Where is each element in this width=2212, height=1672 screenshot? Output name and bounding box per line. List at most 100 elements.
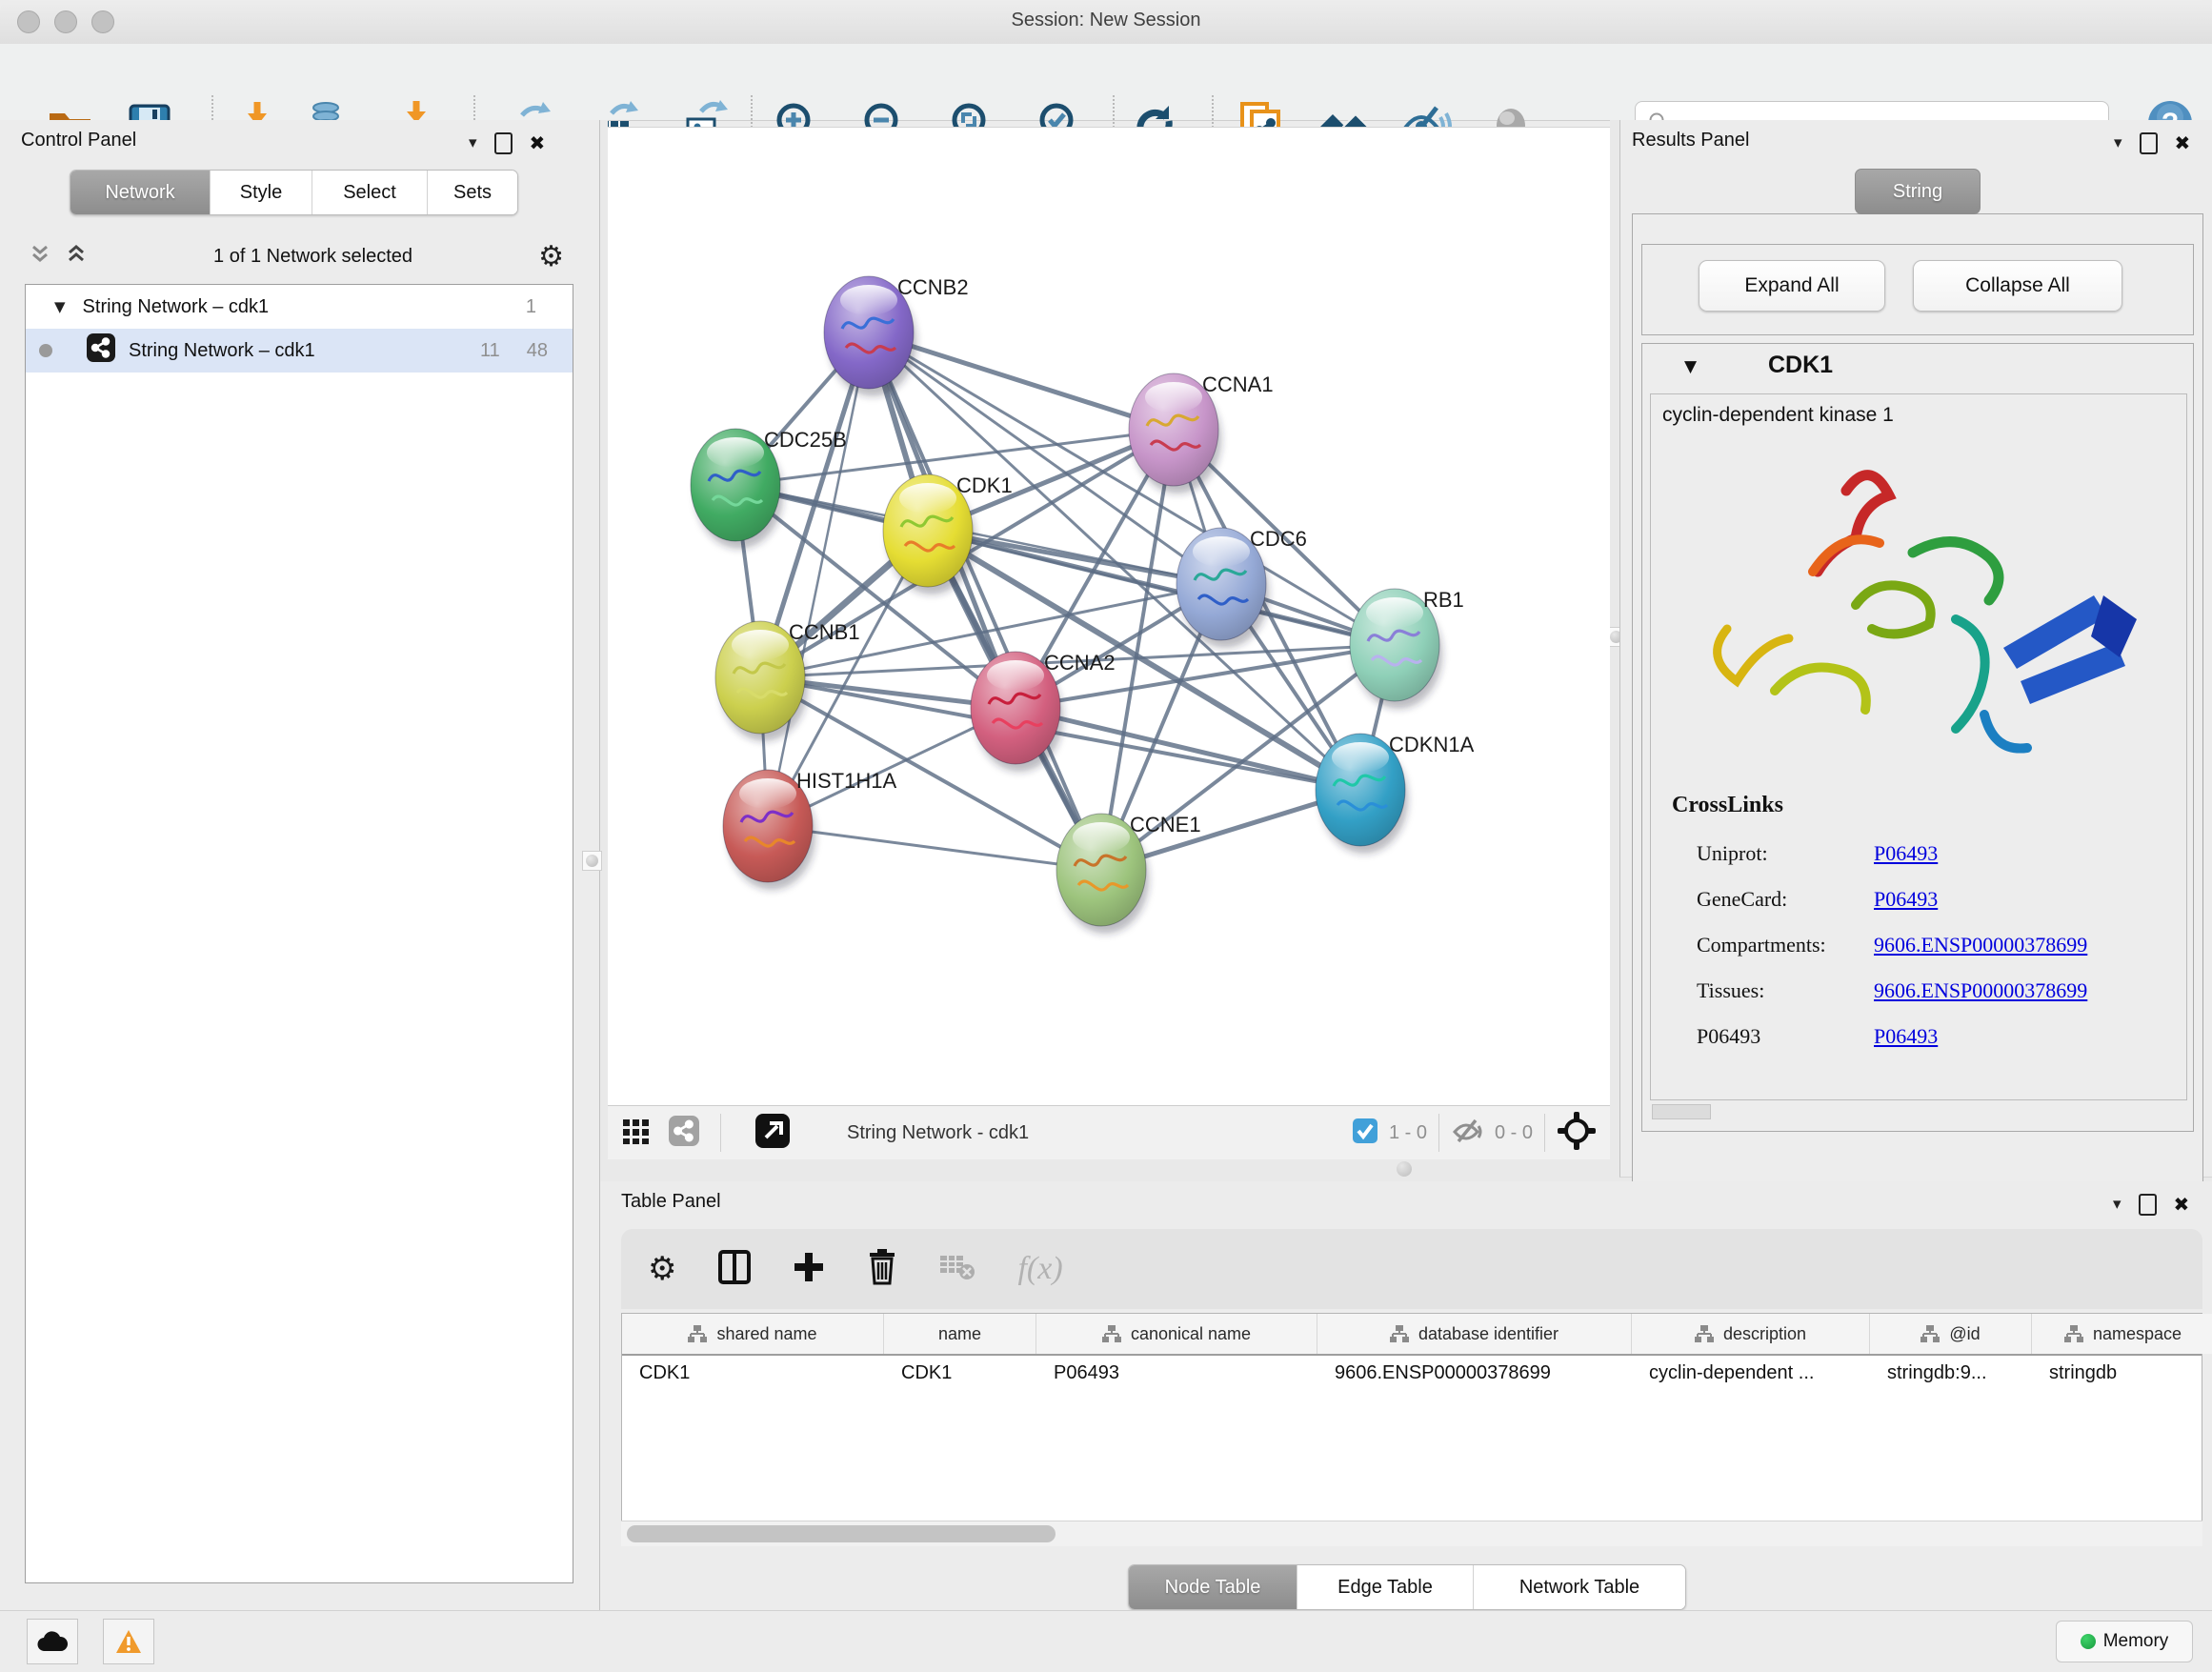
cell-sharedname[interactable]: CDK1 [622, 1354, 884, 1392]
collapse-all-networks-icon[interactable] [29, 243, 51, 271]
tab-select[interactable]: Select [312, 171, 428, 214]
table-panel-float-icon[interactable] [2139, 1194, 2157, 1216]
node-position-crosshair-icon[interactable] [1557, 1111, 1597, 1156]
node-RB1[interactable]: RB1 [1350, 588, 1464, 709]
tab-style[interactable]: Style [211, 171, 312, 214]
column-header-databaseidentifier[interactable]: database identifier [1317, 1314, 1632, 1354]
results-panel: Results Panel ▾ ✖ String Expand All Coll… [1619, 120, 2212, 1178]
cell-description[interactable]: cyclin-dependent ... [1632, 1354, 1870, 1392]
crosslink-compartments[interactable]: 9606.ENSP00000378699 [1874, 933, 2087, 957]
node-label-HIST1H1A: HIST1H1A [796, 769, 896, 793]
control-panel-close-icon[interactable]: ✖ [530, 131, 546, 154]
tab-edge-table[interactable]: Edge Table [1297, 1565, 1474, 1609]
results-panel-menu-icon[interactable]: ▾ [2114, 133, 2122, 152]
node-label-CDKN1A: CDKN1A [1389, 733, 1475, 756]
results-hscrollbar-thumb[interactable] [1652, 1104, 1711, 1119]
node-label-CDK1: CDK1 [956, 473, 1013, 497]
results-panel-float-icon[interactable] [2140, 132, 2158, 154]
table-panel-close-icon[interactable]: ✖ [2174, 1193, 2190, 1216]
column-fork-icon [688, 1325, 707, 1342]
cloud-button[interactable] [27, 1619, 78, 1664]
column-fork-icon [1102, 1325, 1121, 1342]
hidden-counts: 0 - 0 [1495, 1122, 1533, 1144]
main-toolbar: ? [0, 44, 2212, 121]
results-panel-title: Results Panel [1632, 130, 1749, 151]
cell-id[interactable]: stringdb:9... [1870, 1354, 2032, 1392]
node-CDC6[interactable]: CDC6 [1176, 527, 1307, 648]
table-settings-gear-icon[interactable]: ⚙ [648, 1250, 676, 1288]
node-CCNA2[interactable]: CCNA2 [971, 651, 1116, 772]
tab-network[interactable]: Network [70, 171, 211, 214]
column-header-sharedname[interactable]: shared name [622, 1314, 884, 1354]
crosslink-label: Uniprot: [1697, 831, 1874, 876]
edge-CCNA2-CDKN1A[interactable] [1016, 708, 1360, 790]
network-type-icon [87, 333, 115, 368]
node-HIST1H1A[interactable]: HIST1H1A [723, 769, 896, 890]
cell-name[interactable]: CDK1 [884, 1354, 1036, 1392]
edge-HIST1H1A-CCNE1[interactable] [768, 826, 1101, 870]
node-label-CDC25B: CDC25B [764, 428, 847, 452]
detach-view-icon[interactable] [755, 1114, 790, 1153]
view-grid-icon[interactable] [623, 1118, 650, 1149]
expand-all-networks-icon[interactable] [65, 243, 88, 271]
collapse-all-button[interactable]: Collapse All [1913, 260, 2122, 312]
tab-sets[interactable]: Sets [428, 171, 517, 214]
cell-databaseidentifier[interactable]: 9606.ENSP00000378699 [1317, 1354, 1632, 1392]
memory-button[interactable]: Memory [2056, 1621, 2193, 1662]
node-CDK1[interactable]: CDK1 [883, 473, 1013, 594]
crosslink-label: Compartments: [1697, 922, 1874, 968]
column-fork-icon [1920, 1325, 1940, 1342]
warning-triangle-icon [115, 1628, 142, 1655]
network-row-selected[interactable]: String Network – cdk1 11 48 [26, 329, 573, 373]
warnings-button[interactable] [103, 1619, 154, 1664]
view-network-icon[interactable] [669, 1116, 699, 1151]
network-canvas[interactable]: CCNB2CCNA1CDC25BCDK1CDC6RB1CCNB1CCNA2CDK… [608, 127, 1610, 1106]
add-column-icon[interactable] [793, 1251, 825, 1288]
tree-collapse-icon[interactable]: ▼ [54, 298, 66, 315]
left-splitter-handle[interactable] [582, 851, 602, 871]
network-view-title: String Network - cdk1 [847, 1122, 1029, 1144]
control-panel-float-icon[interactable] [494, 132, 513, 154]
tab-network-table[interactable]: Network Table [1474, 1565, 1685, 1609]
node-CCNE1[interactable]: CCNE1 [1056, 813, 1201, 934]
column-header-canonicalname[interactable]: canonical name [1036, 1314, 1317, 1354]
column-header-name[interactable]: name [884, 1314, 1036, 1354]
tab-string[interactable]: String [1855, 169, 1981, 214]
tab-node-table[interactable]: Node Table [1129, 1565, 1297, 1609]
crosslink-row: Tissues:9606.ENSP00000378699 [1697, 968, 2087, 1014]
selected-checkbox-icon[interactable] [1353, 1118, 1377, 1148]
network-collection-row[interactable]: ▼ String Network – cdk1 1 [26, 285, 573, 329]
column-header-id[interactable]: @id [1870, 1314, 2032, 1354]
delete-column-trash-icon[interactable] [867, 1249, 897, 1290]
column-header-description[interactable]: description [1632, 1314, 1870, 1354]
card-collapse-icon[interactable]: ▼ [1684, 357, 1697, 376]
control-panel-title: Control Panel [21, 130, 136, 151]
cell-canonicalname[interactable]: P06493 [1036, 1354, 1317, 1392]
table-panel-menu-icon[interactable]: ▾ [2113, 1195, 2122, 1214]
table-hscrollbar-thumb[interactable] [627, 1525, 1056, 1542]
node-table[interactable]: shared namenamecanonical namedatabase id… [621, 1313, 2202, 1545]
crosslink-uniprot[interactable]: P06493 [1874, 841, 1938, 865]
control-panel-menu-icon[interactable]: ▾ [469, 133, 477, 152]
memory-label: Memory [2103, 1631, 2169, 1652]
node-label-CCNA2: CCNA2 [1044, 651, 1116, 675]
show-columns-icon[interactable] [718, 1250, 751, 1289]
table-toolbar: ⚙ f(x) [621, 1229, 2202, 1309]
results-panel-close-icon[interactable]: ✖ [2175, 131, 2191, 154]
cell-namespace[interactable]: stringdb [2032, 1354, 2212, 1392]
network-options-gear-icon[interactable]: ⚙ [538, 240, 564, 273]
edge-CCNB2-CCNE1[interactable] [869, 332, 1101, 870]
crosslink-genecard[interactable]: P06493 [1874, 887, 1938, 911]
column-fork-icon [1390, 1325, 1409, 1342]
horizontal-splitter-handle[interactable] [1397, 1161, 1412, 1177]
node-CDKN1A[interactable]: CDKN1A [1316, 733, 1475, 854]
column-fork-icon [2064, 1325, 2083, 1342]
crosslink-tissues[interactable]: 9606.ENSP00000378699 [1874, 978, 2087, 1002]
crosslink-label: Tissues: [1697, 968, 1874, 1014]
table-hscrollbar[interactable] [621, 1521, 2202, 1546]
node-CCNA1[interactable]: CCNA1 [1129, 373, 1274, 494]
crosslink-pharos[interactable]: P06493 [1874, 1024, 1938, 1048]
node-CDC25B[interactable]: CDC25B [691, 428, 847, 549]
expand-all-button[interactable]: Expand All [1699, 260, 1885, 312]
column-header-namespace[interactable]: namespace [2032, 1314, 2212, 1354]
